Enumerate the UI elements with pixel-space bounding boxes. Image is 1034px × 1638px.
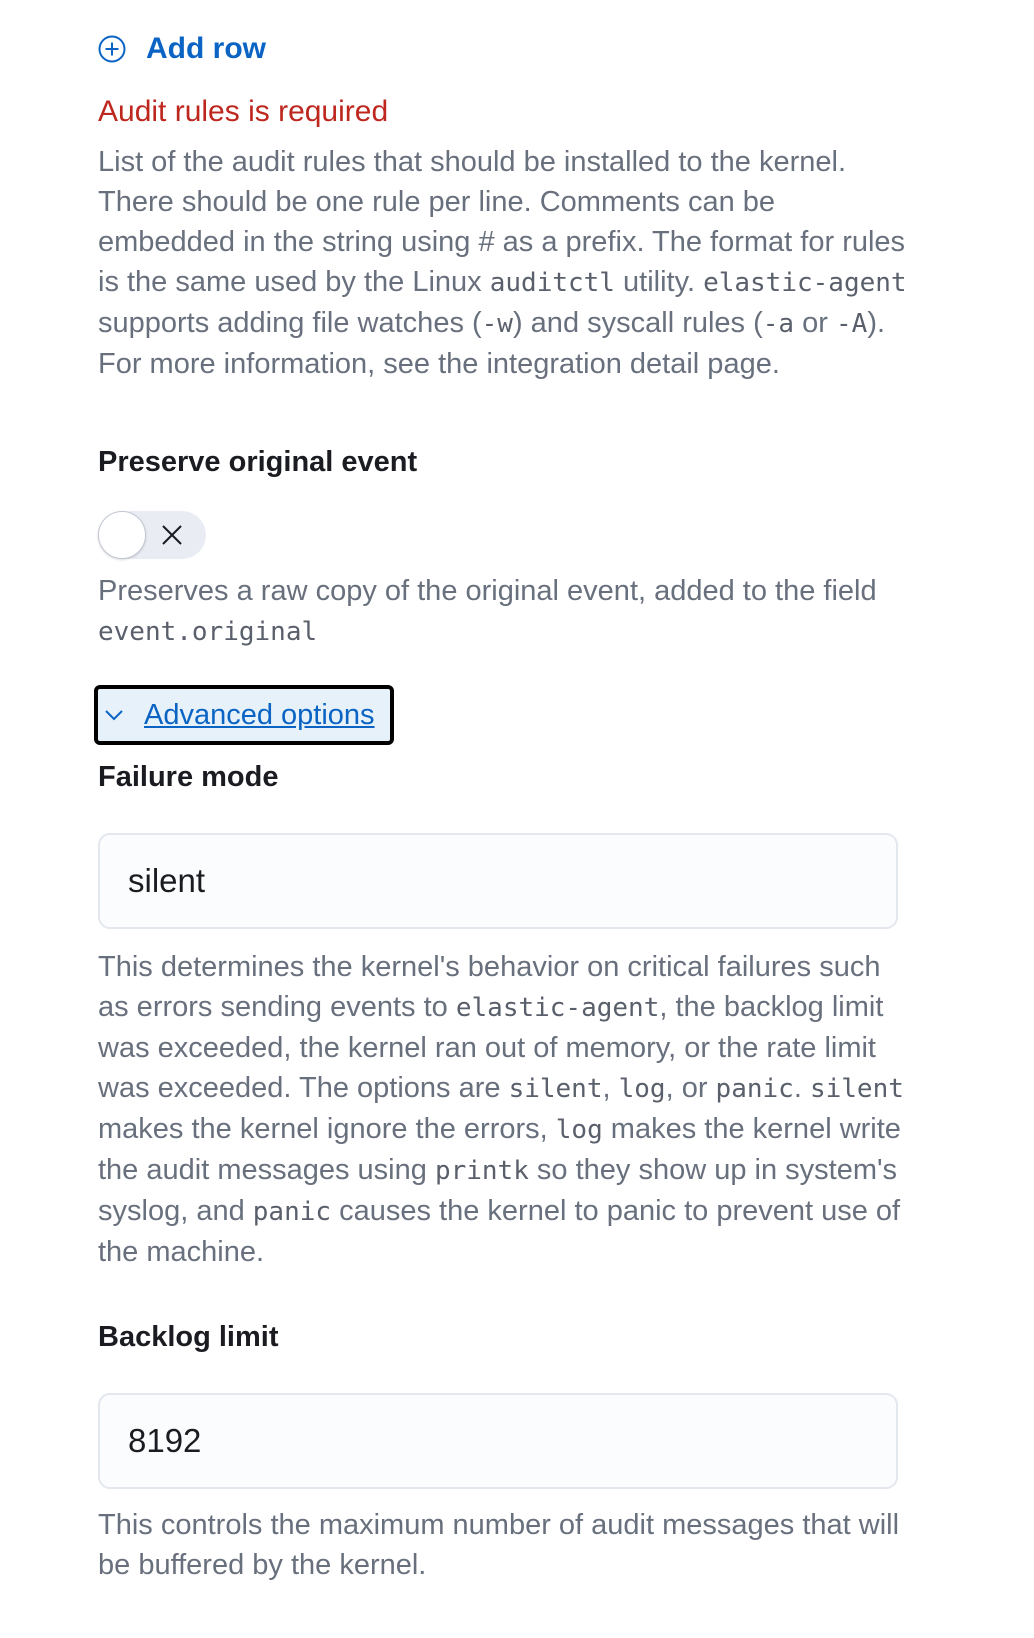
code-log: log [555, 1115, 603, 1145]
audit-rules-help-text: List of the audit rules that should be i… [98, 146, 907, 380]
backlog-limit-help-text: This controls the maximum number of audi… [98, 1509, 900, 1581]
audit-rules-error: Audit rules is required [98, 95, 389, 128]
code-event-original: event.original [98, 617, 318, 647]
code-printk: printk [434, 1156, 529, 1186]
code-a-flag: -a [762, 309, 795, 339]
code-elastic-agent: elastic-agent [455, 993, 660, 1023]
code-elastic-agent: elastic-agent [703, 268, 907, 298]
preserve-original-event-toggle[interactable] [98, 511, 206, 559]
advanced-options-label: Advanced options [144, 698, 375, 731]
code-A-flag: -A [836, 309, 868, 339]
chevron-down-icon [105, 710, 123, 721]
failure-mode-input[interactable] [98, 833, 898, 929]
toggle-knob [98, 511, 146, 559]
add-row-button[interactable]: Add row [98, 32, 266, 66]
code-w-flag: -w [481, 309, 513, 339]
backlog-limit-label: Backlog limit [98, 1321, 279, 1353]
code-auditctl: auditctl [489, 268, 615, 298]
backlog-limit-input[interactable] [98, 1393, 898, 1489]
advanced-options-toggle[interactable]: Advanced options [94, 685, 394, 745]
code-log: log [618, 1074, 666, 1104]
code-panic: panic [715, 1074, 794, 1104]
failure-mode-label: Failure mode [98, 761, 279, 793]
add-row-label: Add row [146, 32, 266, 65]
code-silent: silent [809, 1074, 904, 1104]
code-panic: panic [252, 1197, 332, 1227]
plus-circle-icon [98, 35, 126, 63]
preserve-original-event-help-text: Preserves a raw copy of the original eve… [98, 575, 877, 647]
failure-mode-help-text: This determines the kernel's behavior on… [98, 951, 904, 1268]
code-silent: silent [508, 1074, 603, 1104]
close-icon [162, 525, 182, 545]
preserve-original-event-label: Preserve original event [98, 446, 418, 478]
